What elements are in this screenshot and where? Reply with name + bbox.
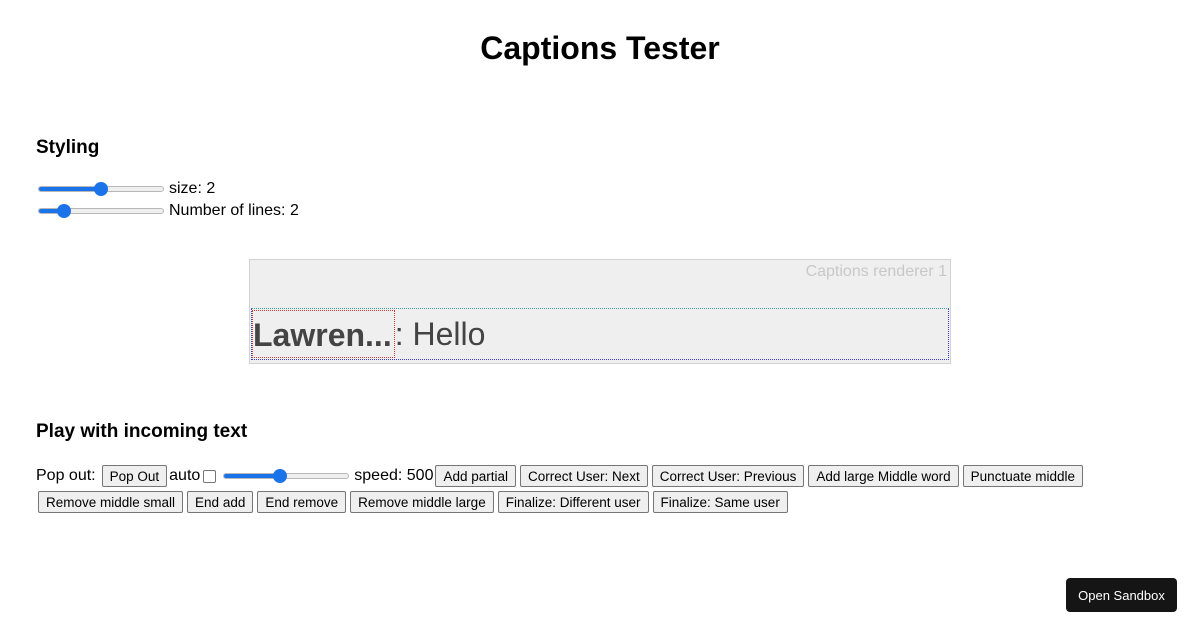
finalize-same-user-button[interactable]: Finalize: Same user [652,491,788,513]
pop-out-label: Pop out: [36,467,96,484]
styling-section-title: Styling [36,137,100,158]
controls-row-2: Remove middle small End add End remove Remo… [36,489,1176,515]
auto-checkbox[interactable] [203,469,217,483]
caption-text: : Hello [394,316,486,352]
size-slider-fill [39,187,102,191]
remove-middle-small-button[interactable]: Remove middle small [38,491,184,513]
row1-buttons: Add partial Correct User: Next Correct Use… [433,463,1085,489]
pop-out-button[interactable]: Pop Out [101,465,168,487]
finalize-different-user-button[interactable]: Finalize: Different user [497,491,649,513]
end-remove-button[interactable]: End remove [257,491,347,513]
lines-slider-row: Number of lines: 2 [36,200,299,222]
size-slider-row: size: 2 [36,178,215,200]
speed-slider[interactable] [221,468,351,484]
add-partial-button[interactable]: Add partial [435,465,517,487]
correct-user-previous-button[interactable]: Correct User: Previous [651,465,805,487]
correct-user-next-button[interactable]: Correct User: Next [520,465,648,487]
lines-slider[interactable] [36,203,166,219]
size-label: size: 2 [169,180,216,197]
lines-slider-thumb[interactable] [56,204,71,218]
speed-label: speed: 500 [354,467,434,484]
size-slider-thumb[interactable] [94,182,108,196]
open-sandbox-button[interactable]: Open Sandbox [1066,578,1177,612]
end-add-button[interactable]: End add [187,491,254,513]
captions-renderer: Captions renderer 1 Lawren... : Hello [249,259,951,364]
lines-label: Number of lines: 2 [169,202,299,219]
row2-buttons: Remove middle small End add End remove Remo… [36,489,790,515]
incoming-section-title: Play with incoming text [36,421,248,442]
speed-slider-thumb[interactable] [273,469,288,483]
add-large-middle-word-button[interactable]: Add large Middle word [808,465,959,487]
page-title: Captions Tester [480,30,720,66]
page: Captions Tester Styling size: 2 Number o… [0,0,1200,630]
remove-middle-large-button[interactable]: Remove middle large [350,491,494,513]
controls-row-1: Pop out: Pop Out auto speed: 500 Add par… [36,463,1176,489]
speaker-name: Lawren... [252,310,395,358]
incoming-controls: Pop out: Pop Out auto speed: 500 Add par… [36,463,1176,515]
punctuate-middle-button[interactable]: Punctuate middle [962,465,1083,487]
size-slider[interactable] [36,181,166,197]
auto-label: auto [169,467,201,484]
captions-renderer-label: Captions renderer 1 [805,263,947,280]
caption-line: Lawren... : Hello [251,308,949,360]
